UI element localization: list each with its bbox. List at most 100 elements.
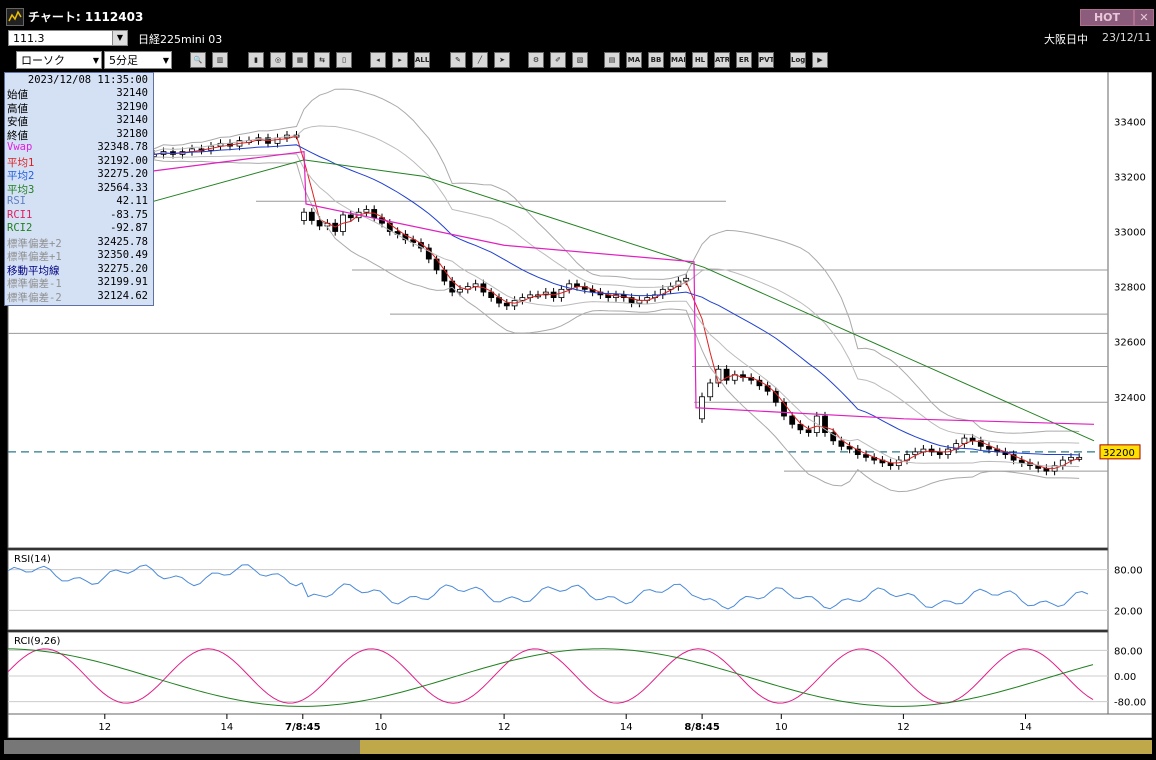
info-value: 32348.78 <box>97 141 148 153</box>
info-value: 32564.33 <box>97 181 148 194</box>
interval-value: 5分足 <box>109 54 138 67</box>
ma-icon[interactable]: MA <box>626 52 642 68</box>
rci-label: RCI(9,26) <box>14 636 61 647</box>
info-value: -92.87 <box>110 222 148 234</box>
rci-tick-label: 80.00 <box>1114 646 1143 657</box>
mae-icon[interactable]: MAE <box>670 52 686 68</box>
candle-body <box>764 385 771 392</box>
window-title: チャート: 1112403 <box>28 10 144 24</box>
all-icon[interactable]: ALL <box>414 52 430 68</box>
price-panel <box>7 72 1109 549</box>
color-icon[interactable]: ▧ <box>572 52 588 68</box>
info-label: 標準偏差-2 <box>7 291 62 304</box>
grid-icon[interactable]: ▤ <box>604 52 620 68</box>
info-row: 始値 32140 <box>5 87 151 101</box>
zoom-icon[interactable]: 🔍 <box>190 52 206 68</box>
time-tick-label: 8/8:45 <box>684 722 720 733</box>
price-tick-label: 32400 <box>1114 393 1146 404</box>
chart-icon[interactable]: ER <box>736 52 752 68</box>
candle-body <box>347 214 354 219</box>
pointer-icon[interactable]: ➤ <box>494 52 510 68</box>
atr-icon[interactable]: ATR <box>714 52 730 68</box>
time-tick-label: 10 <box>375 722 388 733</box>
hot-button[interactable]: HOT <box>1080 9 1134 26</box>
info-value: 42.11 <box>116 195 148 207</box>
step-right-icon[interactable]: ▸ <box>392 52 408 68</box>
info-value: 32140 <box>116 114 148 126</box>
info-label: RCI2 <box>7 222 33 234</box>
chevron-down-icon[interactable]: ▼ <box>163 52 169 70</box>
interval-select[interactable]: 5分足 ▼ <box>104 51 172 69</box>
info-label: Vwap <box>7 141 33 153</box>
bb-icon[interactable]: BB <box>648 52 664 68</box>
export-icon[interactable]: ▶ <box>812 52 828 68</box>
info-row: RCI2 -92.87 <box>5 222 151 235</box>
info-label: RCI1 <box>7 208 33 221</box>
candle-body <box>308 211 315 221</box>
chart-type-value: ローソク <box>21 54 65 67</box>
symbol-code-input[interactable]: 111.3 ▼ <box>8 30 128 46</box>
time-tick-label: 12 <box>98 722 111 733</box>
time-tick-label: 14 <box>620 722 633 733</box>
symbol-code-value: 111.3 <box>13 32 45 45</box>
info-row: 平均1 32192.00 <box>5 154 151 169</box>
pvt-icon[interactable]: PVT <box>758 52 774 68</box>
info-row: 標準偏差+1 32350.49 <box>5 249 151 263</box>
scrollbar-history <box>4 740 360 754</box>
tool-icon[interactable]: ✐ <box>550 52 566 68</box>
info-value: 32425.78 <box>97 235 148 248</box>
info-row: Vwap 32348.78 <box>5 141 151 154</box>
price-tick-label: 33400 <box>1114 117 1146 128</box>
bar-chart-icon[interactable]: ▦ <box>292 52 308 68</box>
close-button[interactable]: ✕ <box>1134 9 1154 26</box>
search-chart-icon[interactable]: ◎ <box>270 52 286 68</box>
candle-body <box>274 137 281 144</box>
scrollbar-thumb[interactable] <box>360 740 1152 754</box>
candle-body <box>781 401 787 417</box>
chevron-down-icon[interactable]: ▼ <box>93 52 99 70</box>
price-chart[interactable]: 33400 33200 33000 32800 32600 32400 32200 80.00… <box>4 72 1152 760</box>
time-tick-label: 7/8:45 <box>285 722 321 733</box>
step-left-icon[interactable]: ◂ <box>370 52 386 68</box>
window-titlebar: チャート: 1112403 HOT ✕ <box>0 0 1156 30</box>
info-row: RCI1 -83.75 <box>5 209 151 222</box>
split-icon[interactable]: ▥ <box>212 52 228 68</box>
info-value: 32124.62 <box>97 289 148 302</box>
price-tick-label: 32600 <box>1114 338 1146 349</box>
chart-area[interactable]: 33400 33200 33000 32800 32600 32400 32200 80.00… <box>4 72 1152 760</box>
current-price-label: 32200 <box>1103 448 1135 459</box>
candle-body <box>503 302 510 307</box>
line-draw-icon[interactable]: ╱ <box>472 52 488 68</box>
pencil-icon[interactable]: ✎ <box>450 52 466 68</box>
info-row: 安値 32140 <box>5 114 151 128</box>
candle-body <box>301 211 307 221</box>
info-datetime: 2023/12/08 11:35:00 <box>27 74 148 86</box>
chevron-down-icon[interactable]: ▼ <box>112 31 127 45</box>
info-value: 32180 <box>116 127 148 140</box>
info-row: 移動平均線 32275.20 <box>5 262 151 277</box>
candle-body <box>789 415 796 425</box>
log-icon[interactable]: Log <box>790 52 806 68</box>
info-value: 32192.00 <box>97 154 148 167</box>
info-row: 標準偏差+2 32425.78 <box>5 235 151 250</box>
instrument-name: 日経225mini 03 <box>138 33 223 46</box>
compare-icon[interactable]: ⇆ <box>314 52 330 68</box>
rci-tick-label: 0.00 <box>1114 672 1136 683</box>
rsi-label: RSI(14) <box>14 554 51 565</box>
chart-type-select[interactable]: ローソク ▼ <box>16 51 102 69</box>
toolbar: ローソク ▼ 5分足 ▼ 🔍 ▥ ▮ ◎ ▦ ⇆ ▯ ◂ ▸ ALL ✎ ╱ ➤ ⚙ ✐ ▧ ▤ MA BB MAE H… <box>4 48 1152 72</box>
price-tick-label: 33200 <box>1114 172 1146 183</box>
candle-icon[interactable]: ▮ <box>248 52 264 68</box>
price-tick-label: 32800 <box>1114 283 1146 294</box>
disabled-icon[interactable]: ▯ <box>336 52 352 68</box>
info-value: 32275.20 <box>97 262 148 275</box>
info-row: 高値 32190 <box>5 101 151 115</box>
info-row: 標準偏差-2 32124.62 <box>5 289 151 304</box>
settings-icon[interactable]: ⚙ <box>528 52 544 68</box>
candle-body <box>316 220 323 227</box>
info-value: 32350.49 <box>97 249 148 261</box>
hl-icon[interactable]: HL <box>692 52 708 68</box>
time-tick-label: 14 <box>1019 722 1032 733</box>
info-row: 平均3 32564.33 <box>5 181 151 196</box>
rsi-tick-label: 80.00 <box>1114 566 1143 577</box>
